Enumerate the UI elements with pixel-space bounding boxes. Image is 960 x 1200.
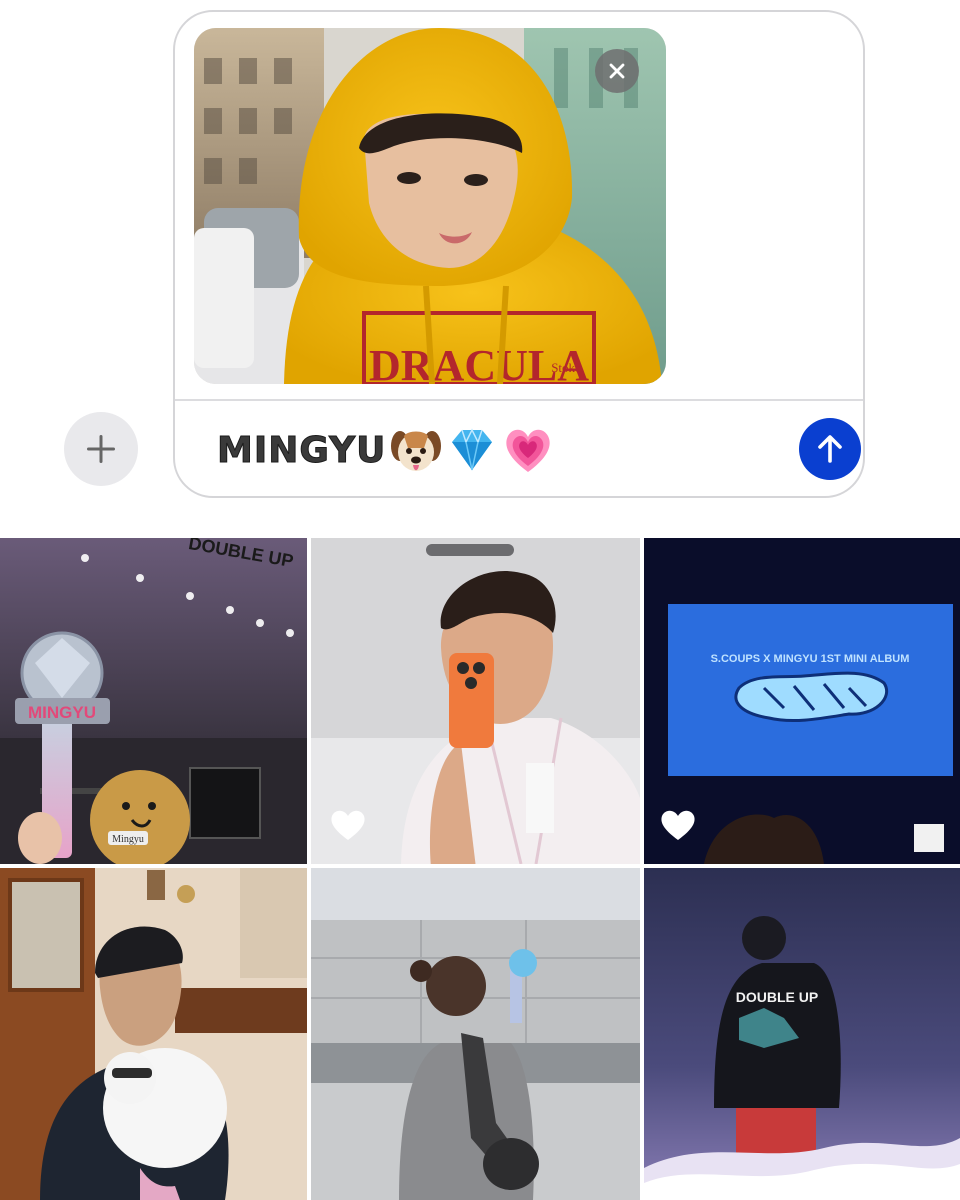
grid-photo-fan[interactable]	[311, 868, 640, 1200]
message-text[interactable]: MINGYU	[216, 422, 554, 478]
sheet-grabber-handle[interactable]	[426, 544, 514, 556]
grid-photo-lightstick[interactable]: DOUBLE UP MINGYU Mingyu	[0, 538, 307, 864]
message-compose-field[interactable]: DRACULA Stoke MINGYU	[173, 10, 865, 498]
heart-icon[interactable]	[329, 808, 367, 842]
remove-attachment-button[interactable]	[595, 49, 639, 93]
screen-title: S.COUPS X MINGYU 1ST MINI ALBUM	[711, 653, 910, 665]
arrow-up-icon	[818, 435, 842, 463]
lightstick-label: MINGYU	[28, 703, 96, 722]
message-word: MINGYU	[216, 429, 387, 471]
grid-photo-dog[interactable]	[0, 868, 307, 1200]
jacket-text: DOUBLE UP	[736, 989, 818, 1005]
attachment-photo[interactable]: DRACULA Stoke	[194, 28, 666, 384]
gem-emoji	[446, 424, 498, 476]
compose-divider	[175, 399, 863, 401]
send-button[interactable]	[799, 418, 861, 480]
add-attachment-button[interactable]	[64, 412, 138, 486]
svg-text:Stoke: Stoke	[551, 360, 581, 375]
heart-icon[interactable]	[659, 808, 697, 842]
grid-photo-mirror-selfie[interactable]	[311, 538, 640, 864]
svg-text:Mingyu: Mingyu	[112, 834, 144, 845]
dog-face-emoji	[390, 424, 442, 476]
photo-grid: DOUBLE UP MINGYU Mingyu S.COUPS X MINGYU…	[0, 538, 960, 1200]
plus-icon	[87, 435, 115, 463]
grid-photo-album-screen[interactable]: S.COUPS X MINGYU 1ST MINI ALBUM	[644, 538, 960, 864]
close-icon	[609, 63, 625, 79]
growing-heart-emoji	[502, 424, 554, 476]
grid-photo-stage[interactable]: DOUBLE UP	[644, 868, 960, 1200]
